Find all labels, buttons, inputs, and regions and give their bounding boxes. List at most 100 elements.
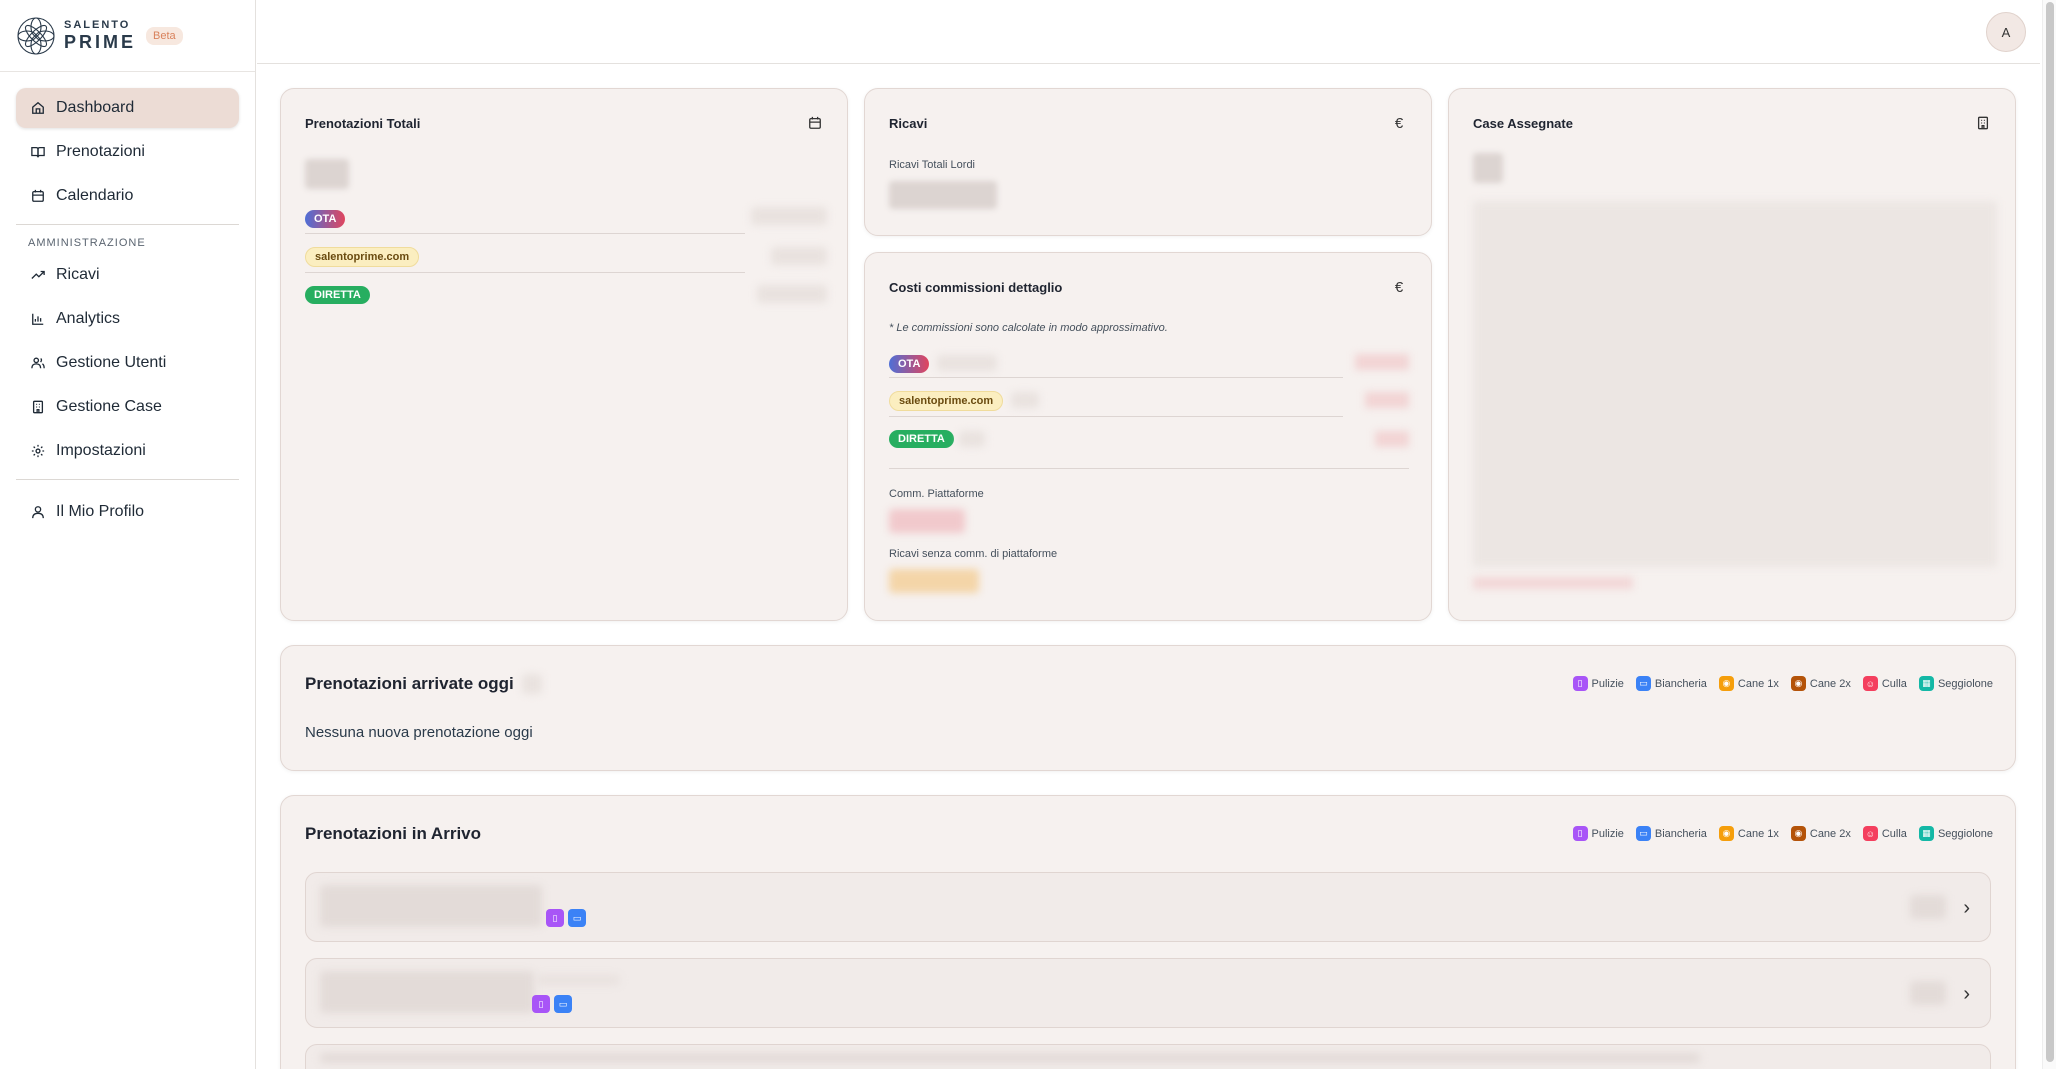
legend: ▯ Pulizie ▭ Biancheria ◉ Cane 1x ◉ Cane 2x ☺… (1572, 676, 1993, 691)
ricavi-subtitle: Ricavi Totali Lordi (889, 159, 976, 171)
arrivate-empty-message: Nessuna nuova prenotazione oggi (305, 724, 533, 741)
brand[interactable]: SALENTO PRIME Beta (0, 0, 255, 72)
nav-label-analytics: Analytics (56, 310, 121, 327)
nav-item-dashboard[interactable]: Dashboard (16, 88, 239, 128)
comm-value-hidden (889, 509, 965, 533)
bed-icon: ▭ (1635, 676, 1651, 691)
euro-icon: € (1394, 114, 1404, 132)
value-hidden (757, 285, 827, 303)
card-title-costi: Costi commissioni dettaglio (889, 279, 1063, 295)
nav-label-calendario: Calendario (56, 187, 134, 204)
calendar-icon (30, 188, 46, 204)
user-icon (30, 504, 46, 520)
bed-icon: ▭ (554, 995, 572, 1013)
arrivate-oggi-title: Prenotazioni arrivate oggi (305, 674, 514, 693)
arrival-row[interactable] (305, 1044, 1991, 1069)
value-hidden (1011, 392, 1039, 408)
card-case-assegnate: Case Assegnate (1448, 88, 2016, 621)
badge-diretta: DIRETTA (889, 430, 954, 448)
divider (889, 468, 1409, 469)
chair-icon: ▦ (1918, 676, 1934, 691)
arrival-info-hidden (320, 1053, 1700, 1063)
card-prenotazioni-totali: Prenotazioni Totali OTA salentoprime.com… (280, 88, 848, 621)
beta-badge: Beta (146, 26, 183, 45)
arrival-info-hidden (320, 971, 534, 1013)
divider (889, 377, 1343, 378)
nav-divider (16, 224, 239, 225)
nav-label-impostazioni: Impostazioni (56, 442, 146, 459)
dogs-icon: ◉ (1790, 676, 1806, 691)
legend: ▯ Pulizie ▭ Biancheria ◉ Cane 1x ◉ Cane 2x ☺… (1572, 826, 1993, 841)
calendar-icon (807, 115, 823, 131)
value-hidden (751, 207, 827, 225)
spray-icon: ▯ (532, 995, 550, 1013)
nav-item-impostazioni[interactable]: Impostazioni (16, 431, 239, 471)
nav-label-gestione-case: Gestione Case (56, 398, 162, 415)
nav-item-prenotazioni[interactable]: Prenotazioni (16, 132, 239, 172)
nav-label-gestione-utenti: Gestione Utenti (56, 354, 167, 371)
legend-item-seggiolone: ▦ Seggiolone (1918, 826, 1993, 841)
legend-item-cane-1x: ◉ Cane 1x (1718, 826, 1779, 841)
divider (305, 272, 745, 273)
scrollbar[interactable] (2042, 0, 2056, 1069)
value-hidden (1365, 392, 1409, 408)
legend-item-culla: ☺ Culla (1862, 676, 1907, 691)
nav-divider (16, 479, 239, 480)
badge-ota: OTA (889, 355, 930, 373)
in-arrivo-title: Prenotazioni in Arrivo (305, 824, 482, 843)
value-hidden (937, 355, 997, 371)
commissioni-note: * Le commissioni sono calcolate in modo … (889, 322, 1168, 334)
spray-icon: ▯ (1572, 826, 1588, 841)
arrivate-count-hidden (521, 674, 542, 694)
total-value-hidden (305, 159, 349, 189)
case-list-hidden (1473, 201, 1997, 567)
legend-item-cane-1x: ◉ Cane 1x (1718, 676, 1779, 691)
case-count-hidden (1473, 153, 1503, 183)
nav-label-profilo: Il Mio Profilo (56, 503, 145, 520)
nav-item-profilo[interactable]: Il Mio Profilo (16, 492, 239, 532)
euro-icon: € (1394, 278, 1404, 296)
badge-diretta: DIRETTA (305, 286, 370, 304)
legend-item-seggiolone: ▦ Seggiolone (1918, 676, 1993, 691)
card-title-case: Case Assegnate (1473, 115, 1573, 131)
badge-salentoprime: salentoprime.com (305, 247, 420, 267)
spray-icon: ▯ (546, 909, 564, 927)
card-ricavi: Ricavi € Ricavi Totali Lordi (864, 88, 1432, 236)
nav-item-gestione-utenti[interactable]: Gestione Utenti (16, 343, 239, 383)
divider (889, 416, 1343, 417)
nav-item-calendario[interactable]: Calendario (16, 176, 239, 216)
nav-item-analytics[interactable]: Analytics (16, 299, 239, 339)
chevron-right-icon[interactable]: › (1963, 983, 1970, 1006)
bar-chart-icon (30, 311, 46, 327)
value-hidden (1355, 354, 1409, 370)
nav-item-gestione-case[interactable]: Gestione Case (16, 387, 239, 427)
nav-section-admin: AMMINISTRAZIONE (28, 237, 146, 249)
trending-up-icon (30, 267, 46, 283)
avatar[interactable]: A (1986, 12, 2026, 52)
card-title-prenotazioni-totali: Prenotazioni Totali (305, 115, 421, 131)
card-in-arrivo: Prenotazioni in Arrivo ▯ Pulizie ▭ Bianche… (280, 795, 2016, 1069)
card-arrivate-oggi: Prenotazioni arrivate oggi ▯ Pulizie ▭ Bia… (280, 645, 2016, 771)
chevron-right-icon[interactable]: › (1963, 897, 1970, 920)
spray-icon: ▯ (1572, 676, 1588, 691)
arrival-row[interactable]: ▯ ▭ › (305, 872, 1991, 942)
bed-icon: ▭ (568, 909, 586, 927)
legend-item-biancheria: ▭ Biancheria (1635, 676, 1707, 691)
card-title-ricavi: Ricavi (889, 115, 928, 131)
arrival-info-hidden (320, 885, 542, 927)
dog-icon: ◉ (1718, 826, 1734, 841)
nav-item-ricavi[interactable]: Ricavi (16, 255, 239, 295)
ricavi-value-hidden (889, 181, 997, 209)
home-icon (30, 100, 46, 116)
nav-label-ricavi: Ricavi (56, 266, 100, 283)
arrival-extra-hidden (536, 975, 620, 985)
arrival-row[interactable]: ▯ ▭ › (305, 958, 1991, 1028)
scrollbar-thumb[interactable] (2046, 2, 2054, 1062)
legend-item-culla: ☺ Culla (1862, 826, 1907, 841)
dog-icon: ◉ (1718, 676, 1734, 691)
baby-icon: ☺ (1862, 826, 1878, 841)
nav-label-dashboard: Dashboard (56, 99, 135, 116)
baby-icon: ☺ (1862, 676, 1878, 691)
case-footer-hidden (1473, 577, 1633, 589)
brand-line2: PRIME (64, 32, 137, 52)
